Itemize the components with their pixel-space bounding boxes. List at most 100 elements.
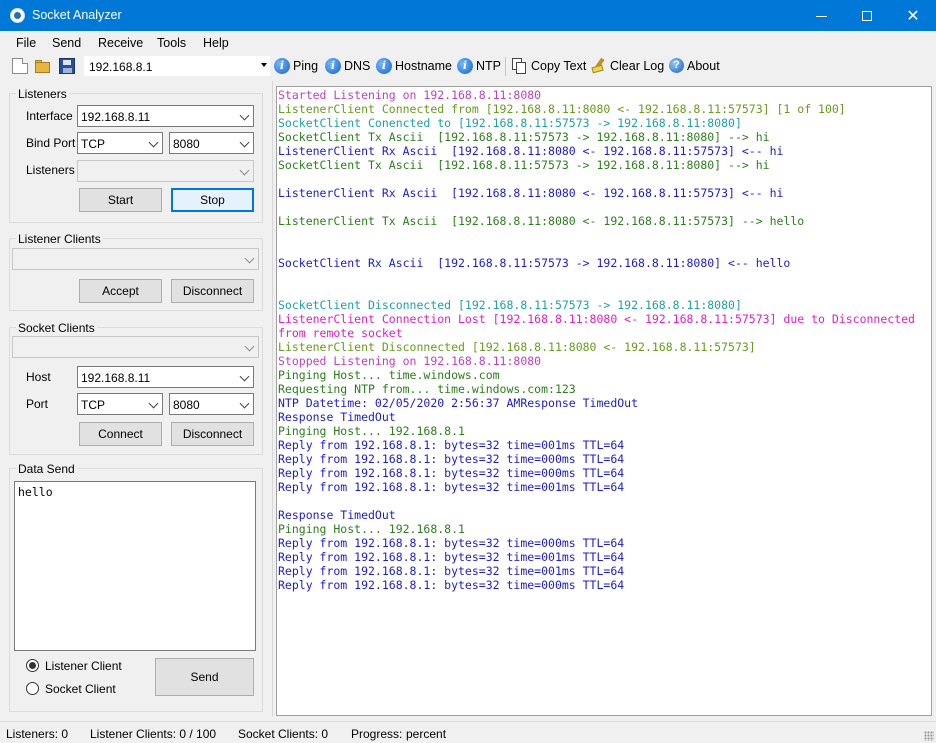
ntp-info-icon[interactable]: i	[457, 58, 473, 74]
menu-help[interactable]: Help	[203, 36, 229, 50]
host-value: 192.168.8.11	[81, 371, 151, 385]
accept-button[interactable]: Accept	[79, 279, 162, 303]
chevron-down-icon	[244, 341, 255, 352]
menu-tools[interactable]: Tools	[157, 36, 186, 50]
window-title: Socket Analyzer	[32, 8, 122, 22]
bind-port-combo[interactable]: 8080	[169, 132, 254, 154]
resize-grip-icon[interactable]	[924, 731, 934, 741]
chevron-down-icon	[148, 137, 159, 148]
status-progress-value: percent	[406, 727, 447, 741]
listener-disconnect-button[interactable]: Disconnect	[171, 279, 254, 303]
listener-clients-group-label: Listener Clients	[16, 232, 103, 246]
listeners-label: Listeners	[26, 163, 75, 177]
toolbar-host-value: 192.168.8.1	[89, 60, 153, 74]
ntp-button[interactable]: NTP	[476, 59, 501, 73]
data-send-textarea[interactable]: hello	[14, 481, 256, 651]
ping-button[interactable]: Ping	[293, 59, 318, 73]
hostname-info-icon[interactable]: i	[376, 58, 392, 74]
log-line: Response TimedOut	[278, 410, 396, 424]
dns-info-icon[interactable]: i	[325, 58, 341, 74]
radio-listener-client[interactable]	[26, 659, 39, 672]
send-button[interactable]: Send	[155, 658, 254, 696]
log-line: SocketClient Rx Ascii [192.168.8.11:5757…	[278, 256, 791, 270]
socket-port-combo[interactable]: 8080	[169, 393, 254, 415]
broom-icon[interactable]	[591, 57, 607, 74]
help-icon[interactable]: ?	[669, 58, 684, 73]
stop-button[interactable]: Stop	[171, 188, 254, 212]
about-button[interactable]: About	[687, 59, 720, 73]
log-line: Reply from 192.168.8.1: bytes=32 time=00…	[278, 550, 625, 564]
chevron-down-icon	[239, 165, 250, 176]
chevron-down-icon	[239, 137, 250, 148]
hostname-button[interactable]: Hostname	[395, 59, 452, 73]
chevron-down-icon	[244, 253, 255, 264]
log-line: Reply from 192.168.8.1: bytes=32 time=00…	[278, 452, 625, 466]
socket-disconnect-button[interactable]: Disconnect	[171, 422, 254, 446]
menu-file[interactable]: File	[16, 36, 36, 50]
socket-protocol-value: TCP	[81, 398, 105, 412]
interface-value: 192.168.8.11	[81, 110, 151, 124]
interface-combo[interactable]: 192.168.8.11	[77, 105, 254, 127]
connect-button[interactable]: Connect	[79, 422, 162, 446]
close-icon: ✕	[906, 7, 920, 25]
log-line: Requesting NTP from... time.windows.com:…	[278, 382, 576, 396]
splitter[interactable]	[272, 81, 275, 717]
ping-info-icon[interactable]: i	[274, 58, 290, 74]
title-bar[interactable]: Socket Analyzer ✕	[0, 0, 936, 31]
copy-icon[interactable]	[512, 58, 527, 74]
radio-socket-client[interactable]	[26, 682, 39, 695]
menu-receive[interactable]: Receive	[98, 36, 143, 50]
socket-protocol-combo[interactable]: TCP	[77, 393, 163, 415]
socket-port-value: 8080	[173, 398, 200, 412]
bind-protocol-combo[interactable]: TCP	[77, 132, 163, 154]
clear-log-button[interactable]: Clear Log	[610, 59, 664, 73]
log-line: NTP Datetime: 02/05/2020 2:56:37 AMRespo…	[278, 396, 639, 410]
open-folder-icon[interactable]	[35, 58, 51, 74]
status-progress-label: Progress:	[351, 727, 403, 741]
log-line: ListenerClient Connection Lost [192.168.…	[278, 312, 915, 326]
maximize-button[interactable]	[844, 0, 890, 31]
log-text: Started Listening on 192.168.8.11:8080 Li…	[278, 88, 931, 715]
log-line: Reply from 192.168.8.1: bytes=32 time=00…	[278, 536, 625, 550]
listener-clients-combo[interactable]	[12, 248, 259, 270]
radio-socket-client-label[interactable]: Socket Client	[45, 682, 116, 696]
listeners-combo[interactable]	[77, 160, 254, 182]
chevron-down-icon	[239, 110, 250, 121]
bind-port-label: Bind Port	[26, 136, 76, 150]
chevron-down-icon	[148, 398, 159, 409]
radio-listener-client-label[interactable]: Listener Client	[45, 659, 122, 673]
log-line: SocketClient Tx Ascii [192.168.8.11:5757…	[278, 158, 770, 172]
chevron-down-icon	[239, 398, 250, 409]
status-listeners: Listeners: 0	[6, 727, 69, 741]
port-label: Port	[26, 397, 49, 411]
log-panel[interactable]: Started Listening on 192.168.8.11:8080 Li…	[276, 86, 932, 716]
copy-text-button[interactable]: Copy Text	[531, 59, 586, 73]
interface-label: Interface	[26, 109, 73, 123]
host-combo[interactable]: 192.168.8.11	[77, 366, 254, 388]
log-line: Response TimedOut	[278, 508, 396, 522]
log-line: Stopped Listening on 192.168.8.11:8080	[278, 354, 542, 368]
start-button[interactable]: Start	[79, 188, 162, 212]
maximize-icon	[862, 10, 872, 21]
log-line: ListenerClient Tx Ascii [192.168.8.11:80…	[278, 214, 805, 228]
log-line: Reply from 192.168.8.1: bytes=32 time=00…	[278, 466, 625, 480]
minimize-icon	[815, 16, 827, 17]
log-line: Pinging Host... 192.168.8.1	[278, 522, 465, 536]
minimize-button[interactable]	[798, 0, 844, 31]
log-line: from remote socket	[278, 326, 403, 340]
save-icon[interactable]	[59, 58, 75, 74]
socket-clients-combo[interactable]	[12, 336, 259, 358]
data-send-group-label: Data Send	[16, 462, 77, 476]
status-socket-clients: Socket Clients: 0	[238, 727, 329, 741]
new-file-icon[interactable]	[12, 58, 28, 74]
menu-send[interactable]: Send	[52, 36, 81, 50]
toolbar-host-combo[interactable]: 192.168.8.1	[84, 56, 270, 76]
dns-button[interactable]: DNS	[344, 59, 370, 73]
close-button[interactable]: ✕	[890, 0, 936, 31]
